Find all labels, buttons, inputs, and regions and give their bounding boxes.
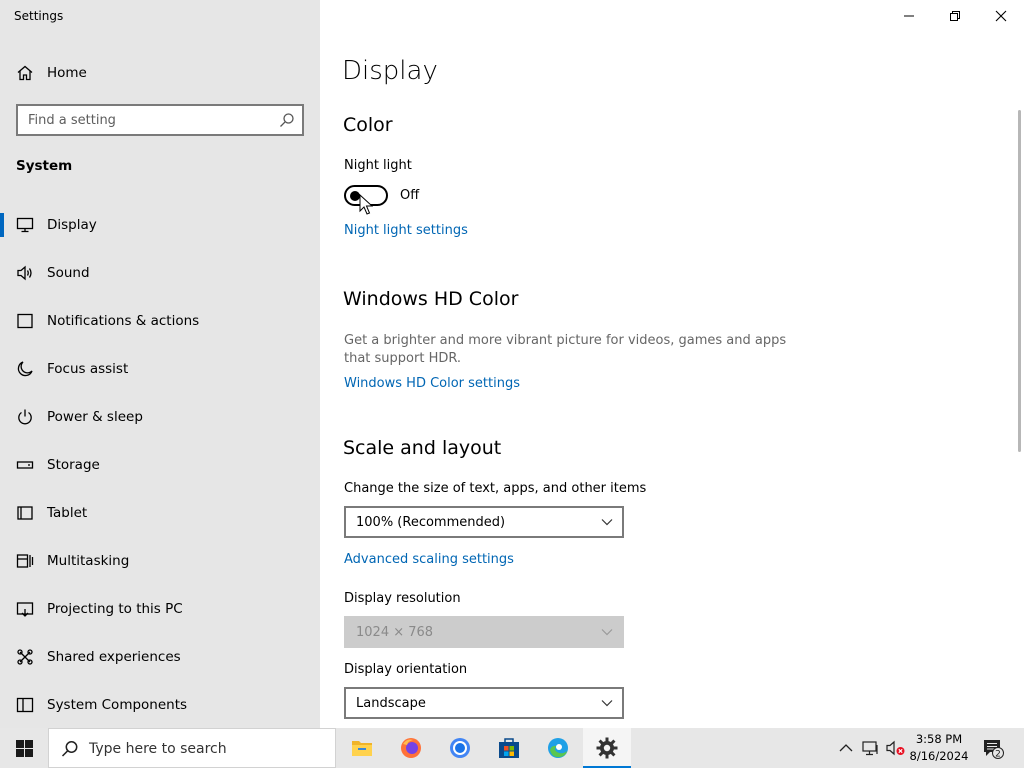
taskbar-file-explorer[interactable]	[338, 728, 386, 768]
resolution-dropdown[interactable]: 1024 × 768	[344, 616, 624, 648]
power-icon	[18, 409, 32, 425]
sidebar-item-label: System Components	[47, 697, 188, 713]
night-light-state: Off	[400, 188, 420, 203]
taskbar-search-placeholder: Type here to search	[89, 741, 227, 757]
search-icon	[61, 741, 78, 757]
scale-dropdown-value: 100% (Recommended)	[356, 515, 506, 530]
hd-color-settings-link[interactable]: Windows HD Color settings	[344, 376, 520, 391]
network-icon[interactable]	[862, 739, 880, 757]
sidebar-item-storage[interactable]: Storage	[0, 445, 320, 485]
chrome-icon	[450, 738, 470, 758]
taskbar-search[interactable]: Type here to search	[48, 728, 336, 768]
taskbar-edge[interactable]	[534, 728, 582, 768]
chevron-down-icon	[601, 519, 613, 526]
orientation-dropdown-value: Landscape	[356, 696, 426, 711]
multitasking-icon	[16, 554, 34, 568]
sidebar-item-label: Power & sleep	[47, 409, 143, 425]
taskbar-chrome[interactable]	[436, 728, 484, 768]
mouse-cursor-icon	[359, 194, 373, 215]
page-title: Display	[342, 56, 438, 86]
speaker-icon	[17, 265, 32, 281]
action-center-icon[interactable]: 2	[982, 738, 1006, 760]
volume-muted-icon[interactable]	[886, 739, 906, 757]
sidebar-item-label: Focus assist	[47, 361, 129, 377]
sidebar-item-shared-experiences[interactable]: Shared experiences	[0, 637, 320, 677]
sidebar-item-label: Sound	[47, 265, 90, 281]
edge-icon	[548, 738, 568, 758]
settings-window: Settings Home System Display S	[0, 0, 1024, 728]
scrollbar[interactable]	[1018, 110, 1021, 452]
advanced-scaling-link[interactable]: Advanced scaling settings	[344, 552, 514, 567]
taskbar-firefox[interactable]	[387, 728, 435, 768]
hd-color-description: Get a brighter and more vibrant picture …	[344, 333, 787, 366]
taskbar: Type here to search 3:58 PM 8/16/2024 2	[0, 728, 1024, 768]
store-icon	[499, 738, 519, 758]
windows-logo-icon	[16, 740, 33, 757]
sidebar-item-label: Shared experiences	[47, 649, 181, 665]
resolution-dropdown-value: 1024 × 768	[356, 625, 434, 640]
notification-count-badge: 2	[995, 749, 1001, 759]
sidebar-item-notifications[interactable]: Notifications & actions	[0, 301, 320, 341]
sidebar-item-label: Multitasking	[47, 553, 130, 569]
find-setting-input[interactable]	[18, 106, 278, 134]
scale-dropdown[interactable]: 100% (Recommended)	[344, 506, 624, 538]
projector-icon	[16, 602, 34, 617]
color-heading: Color	[343, 114, 393, 136]
scale-label: Change the size of text, apps, and other…	[344, 481, 647, 496]
file-explorer-icon	[352, 741, 372, 756]
main-content: Display Color Night light Off Night ligh…	[320, 0, 1024, 728]
search-icon[interactable]	[279, 112, 295, 128]
taskbar-store[interactable]	[485, 728, 533, 768]
scale-layout-heading: Scale and layout	[343, 437, 502, 459]
home-icon	[17, 65, 33, 81]
tablet-icon	[17, 506, 33, 520]
settings-gear-icon	[596, 737, 618, 759]
sidebar-item-sound[interactable]: Sound	[0, 253, 320, 293]
shared-icon	[17, 649, 33, 665]
sidebar-home[interactable]: Home	[0, 56, 320, 90]
orientation-dropdown[interactable]: Landscape	[344, 687, 624, 719]
sidebar: Settings Home System Display S	[0, 0, 320, 728]
sidebar-item-multitasking[interactable]: Multitasking	[0, 541, 320, 581]
chevron-up-icon[interactable]	[838, 740, 854, 756]
sidebar-section-system: System	[16, 158, 73, 174]
components-icon	[16, 697, 34, 713]
moon-icon	[17, 361, 33, 377]
sidebar-item-tablet[interactable]: Tablet	[0, 493, 320, 533]
storage-icon	[16, 461, 34, 469]
sidebar-item-system-components[interactable]: System Components	[0, 685, 320, 725]
sidebar-item-power-sleep[interactable]: Power & sleep	[0, 397, 320, 437]
chevron-down-icon	[601, 700, 613, 707]
sidebar-item-label: Projecting to this PC	[47, 601, 183, 617]
sidebar-item-projecting[interactable]: Projecting to this PC	[0, 589, 320, 629]
taskbar-settings[interactable]	[583, 728, 631, 768]
clock-date: 8/16/2024	[909, 749, 969, 763]
notification-icon	[17, 313, 33, 329]
start-button[interactable]	[0, 728, 48, 768]
sidebar-item-display[interactable]: Display	[0, 205, 320, 245]
orientation-label: Display orientation	[344, 662, 468, 677]
sidebar-item-label: Notifications & actions	[47, 313, 200, 329]
app-title: Settings	[14, 9, 64, 23]
sidebar-home-label: Home	[47, 65, 87, 81]
clock-time: 3:58 PM	[915, 732, 963, 746]
night-light-label: Night light	[344, 158, 412, 173]
sidebar-item-focus-assist[interactable]: Focus assist	[0, 349, 320, 389]
sidebar-item-label: Tablet	[47, 505, 88, 521]
night-light-settings-link[interactable]: Night light settings	[344, 223, 468, 238]
find-setting-search[interactable]	[16, 104, 304, 136]
sidebar-item-label: Display	[47, 217, 97, 233]
firefox-icon	[401, 738, 421, 758]
monitor-icon	[16, 217, 34, 233]
chevron-down-icon	[601, 629, 613, 636]
taskbar-clock[interactable]: 3:58 PM 8/16/2024	[908, 731, 970, 765]
resolution-label: Display resolution	[344, 591, 461, 606]
sidebar-item-label: Storage	[47, 457, 100, 473]
hd-color-heading: Windows HD Color	[343, 288, 519, 310]
